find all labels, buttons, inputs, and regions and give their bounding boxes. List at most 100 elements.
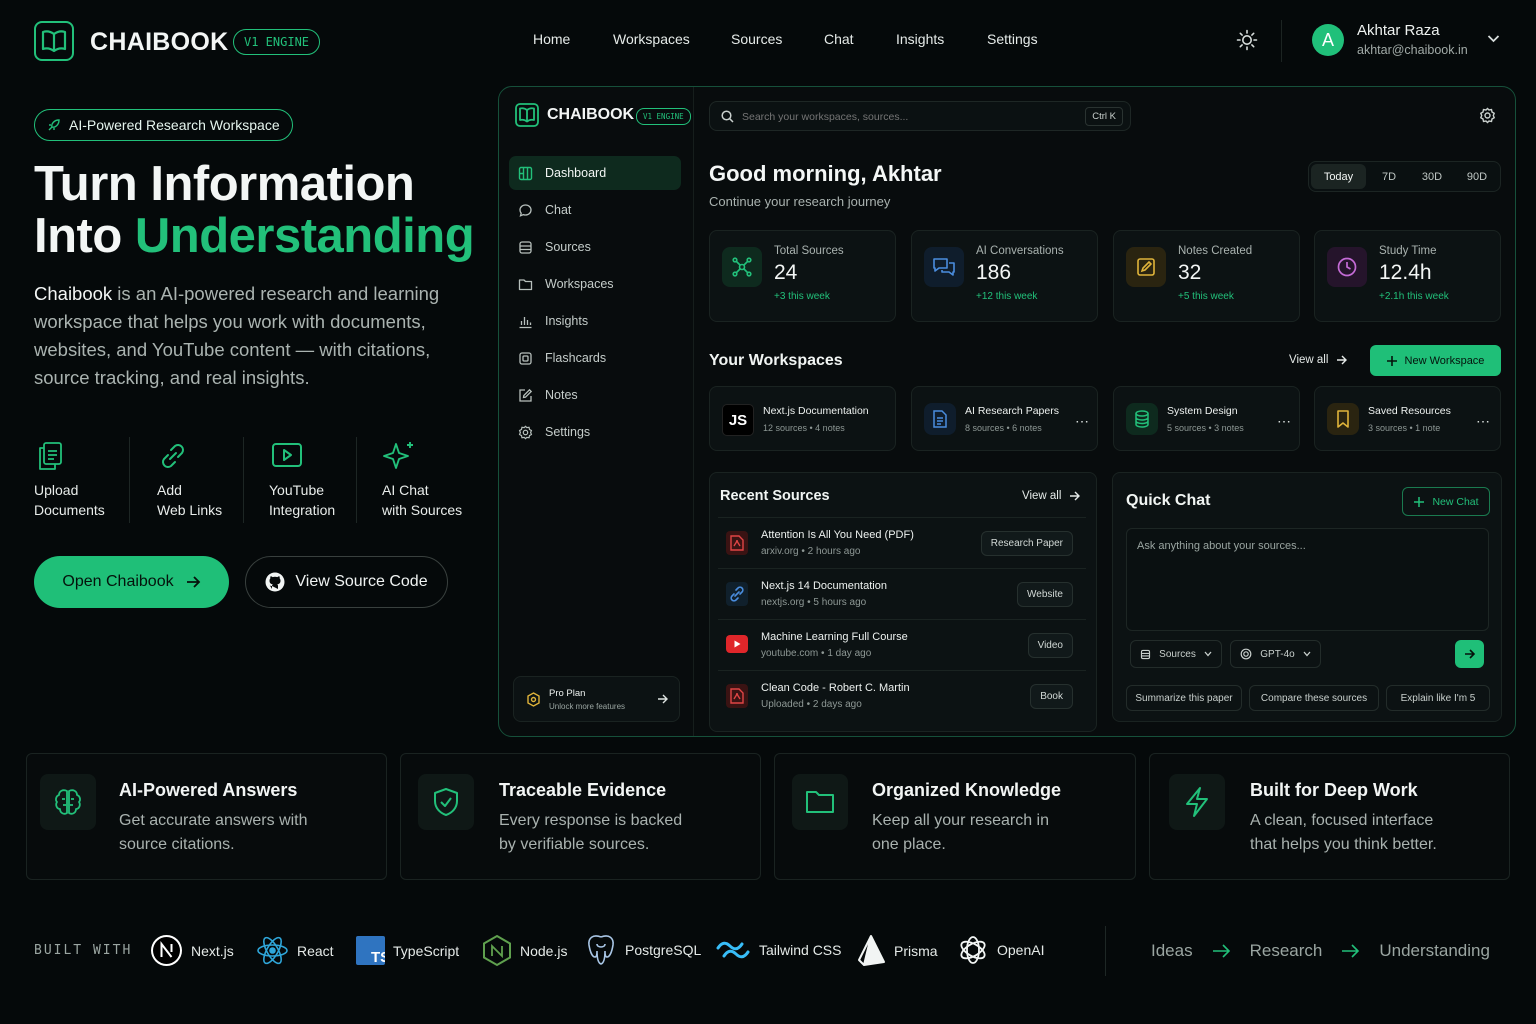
benefit-card-organized-knowledge: Organized Knowledge Keep all your resear… [774, 753, 1136, 880]
recent-source-row[interactable]: Attention Is All You Need (PDF) arxiv.or… [718, 517, 1086, 567]
app-search-bar[interactable]: Ctrl K [709, 101, 1131, 131]
user-avatar[interactable]: A [1312, 24, 1344, 56]
hero-description-brand: Chaibook [34, 283, 113, 304]
benefit-card-traceable-evidence: Traceable Evidence Every response is bac… [400, 753, 761, 880]
nav-settings[interactable]: Settings [987, 31, 1038, 47]
send-button[interactable] [1455, 640, 1484, 668]
view-all-label: View all [1289, 354, 1329, 366]
source-time: 1 day ago [827, 648, 872, 659]
stat-study-time: Study Time 12.4h +2.1h this week [1314, 230, 1501, 322]
chat-textarea[interactable]: Ask anything about your sources... [1126, 528, 1489, 631]
workspace-meta: 12 sources • 4 notes [763, 423, 845, 433]
model-select-label: GPT-4o [1260, 648, 1295, 660]
theme-toggle-sun-icon[interactable] [1236, 29, 1258, 51]
settings-gear-icon[interactable] [1479, 107, 1496, 124]
sidebar-item-insights[interactable]: Insights [509, 304, 681, 338]
sidebar-item-sources[interactable]: Sources [509, 230, 681, 264]
suggestion-chip[interactable]: Compare these sources [1249, 685, 1379, 711]
hero-title-line1: Turn Information [34, 157, 415, 211]
nav-chat[interactable]: Chat [824, 31, 854, 47]
tech-name: Next.js [191, 942, 234, 959]
nav-divider [1281, 20, 1282, 62]
brand-name[interactable]: CHAIBOOK [90, 28, 229, 57]
stat-label: Study Time [1379, 245, 1437, 257]
sidebar-item-dashboard[interactable]: Dashboard [509, 156, 681, 190]
range-30d[interactable]: 30D [1412, 164, 1452, 189]
pro-plan-card[interactable]: Pro Plan Unlock more features [513, 676, 680, 722]
more-options-icon[interactable]: ⋯ [1476, 413, 1491, 430]
pro-plan-subtitle: Unlock more features [549, 702, 626, 711]
workspace-card-nextjs[interactable]: JS Next.js Documentation 12 sources • 4 … [709, 386, 896, 451]
range-7d[interactable]: 7D [1369, 164, 1409, 189]
sources-select[interactable]: Sources [1130, 640, 1222, 668]
new-workspace-button[interactable]: New Workspace [1370, 345, 1501, 376]
range-today[interactable]: Today [1311, 164, 1366, 189]
nav-home[interactable]: Home [533, 31, 570, 47]
pro-plan-badge-icon [526, 692, 541, 707]
nodes-icon [722, 247, 762, 287]
view-source-code-button[interactable]: View Source Code [245, 556, 448, 608]
workspace-card-saved-resources[interactable]: Saved Resources 3 sources • 1 note ⋯ [1314, 386, 1501, 451]
workspace-name: AI Research Papers [965, 405, 1059, 417]
sidebar-item-chat[interactable]: Chat [509, 193, 681, 227]
app-brand-name[interactable]: CHAIBOOK [547, 106, 634, 124]
recent-view-all-link[interactable]: View all [1022, 490, 1081, 502]
hero-description: Chaibook is an AI-powered research and l… [34, 280, 474, 392]
workspace-meta: 8 sources • 6 notes [965, 423, 1042, 433]
source-type-tag: Video [1027, 633, 1073, 658]
more-options-icon[interactable]: ⋯ [1075, 413, 1090, 430]
suggestion-chip[interactable]: Summarize this paper [1126, 685, 1242, 711]
nav-sources[interactable]: Sources [731, 31, 782, 47]
recent-source-row[interactable]: Machine Learning Full Course youtube.com… [718, 619, 1086, 669]
source-domain: youtube.com [761, 648, 819, 659]
stat-delta: +5 this week [1178, 291, 1234, 302]
document-icon [924, 403, 956, 435]
arrow-right-icon [1341, 944, 1360, 958]
sidebar-item-label: Flashcards [545, 351, 607, 365]
suggestion-chip[interactable]: Explain like I'm 5 [1386, 685, 1490, 711]
nav-workspaces[interactable]: Workspaces [613, 31, 690, 47]
flashcard-icon [518, 351, 533, 366]
feature-divider [129, 437, 130, 523]
prisma-logo-icon [856, 934, 886, 967]
benefit-title: Traceable Evidence [499, 780, 667, 800]
sidebar-item-workspaces[interactable]: Workspaces [509, 267, 681, 301]
sidebar-item-notes[interactable]: Notes [509, 378, 681, 412]
new-chat-button[interactable]: New Chat [1402, 487, 1490, 516]
workspace-name: Next.js Documentation [763, 405, 869, 417]
recent-source-row[interactable]: Next.js 14 Documentation nextjs.org • 5 … [718, 568, 1086, 618]
feature-youtube-title: YouTube [269, 482, 325, 498]
dashboard-icon [518, 166, 533, 181]
nav-insights[interactable]: Insights [896, 31, 944, 47]
search-input[interactable] [742, 108, 1062, 125]
js-badge-icon: JS [722, 404, 754, 436]
stat-value: 32 [1178, 261, 1202, 284]
user-name[interactable]: Akhtar Raza [1357, 22, 1440, 39]
feature-links-subtitle: Web Links [157, 502, 223, 518]
source-type-tag: Book [1030, 684, 1073, 709]
edit-note-icon [518, 388, 533, 403]
sidebar-item-settings[interactable]: Settings [509, 415, 681, 449]
tailwind-logo-icon [715, 938, 751, 962]
sidebar-item-flashcards[interactable]: Flashcards [509, 341, 681, 375]
stat-label: Total Sources [774, 245, 844, 257]
benefit-description: A clean, focused interface [1250, 812, 1434, 829]
user-menu-chevron-down-icon[interactable] [1487, 34, 1500, 43]
greeting-title: Good morning, Akhtar [709, 161, 942, 186]
model-select[interactable]: GPT-4o [1230, 640, 1321, 668]
tech-name: React [297, 942, 334, 959]
range-90d[interactable]: 90D [1455, 164, 1499, 189]
app-preview-panel: CHAIBOOK V1 ENGINE Ctrl K Dashboard Chat… [498, 86, 1516, 737]
hero-title-highlight: Understanding [134, 209, 475, 263]
recent-source-row[interactable]: Clean Code - Robert C. Martin Uploaded •… [718, 670, 1086, 720]
source-type-tag: Website [1017, 582, 1073, 607]
workspace-card-ai-research[interactable]: AI Research Papers 8 sources • 6 notes ⋯ [911, 386, 1098, 451]
open-chaibook-button[interactable]: Open Chaibook [34, 556, 229, 608]
logo-book-icon[interactable] [34, 21, 74, 61]
rocket-icon [47, 118, 61, 132]
more-options-icon[interactable]: ⋯ [1277, 413, 1292, 430]
nextjs-logo-icon [150, 934, 183, 967]
workspaces-view-all-link[interactable]: View all [1289, 354, 1348, 366]
workspace-card-system-design[interactable]: System Design 5 sources • 3 notes ⋯ [1113, 386, 1300, 451]
app-logo-book-icon[interactable] [515, 103, 539, 127]
